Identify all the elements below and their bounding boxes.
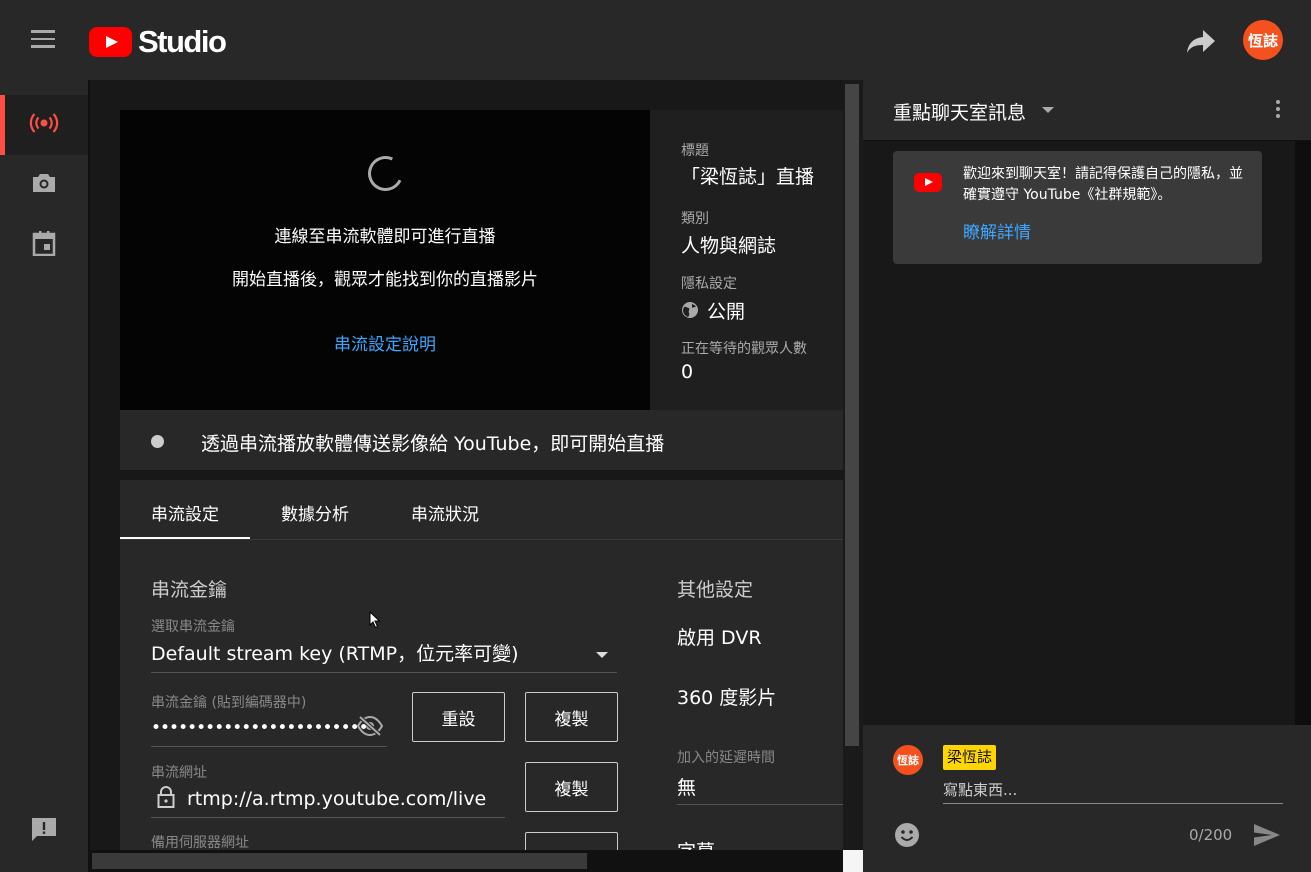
scrollbar-corner: [843, 850, 863, 872]
stream-setup-help-link[interactable]: 串流設定說明: [120, 330, 650, 355]
privacy-value: 公開: [707, 301, 746, 323]
avatar: 恆誌: [893, 745, 923, 775]
chat-input-area: 恆誌 梁恆誌 0/200: [863, 725, 1311, 872]
stream-preview: 連線至串流軟體即可進行直播 開始直播後，觀眾才能找到你的直播影片 串流設定說明: [120, 110, 650, 410]
tab-analytics[interactable]: 數據分析: [281, 500, 349, 525]
privacy-label: 隱私設定: [681, 276, 737, 292]
live-chat-panel: 重點聊天室訊息 歡迎來到聊天室！請記得保護自己的隱私，並確實遵守 YouTube…: [863, 80, 1311, 872]
stream-key-field[interactable]: ••••••••••••••••••••••••: [151, 718, 369, 738]
title-value: 「梁恆誌」直播: [681, 166, 815, 188]
author-name-chip: 梁恆誌: [943, 745, 997, 770]
stream-url-field[interactable]: rtmp://a.rtmp.youtube.com/live: [187, 788, 486, 810]
youtube-icon: [914, 173, 942, 192]
tab-stream-health[interactable]: 串流狀況: [411, 500, 479, 525]
mouse-cursor-icon: [369, 610, 381, 633]
latency-select[interactable]: 無: [677, 773, 696, 800]
latency-label: 加入的延遲時間: [677, 750, 775, 766]
horizontal-scroll-thumb[interactable]: [92, 853, 587, 869]
other-settings-section-title: 其他設定: [677, 579, 754, 601]
stream-key-select[interactable]: Default stream key (RTMP，位元率可變): [151, 639, 519, 666]
waiting-viewers-label: 正在等待的觀眾人數: [681, 341, 807, 357]
feedback-icon: [31, 817, 57, 847]
copy-url-button[interactable]: 複製: [525, 762, 618, 812]
logo-text: Studio: [138, 24, 227, 59]
chat-header: 重點聊天室訊息: [863, 80, 1311, 141]
stream-key-label: 串流金鑰 (貼到編碼器中): [151, 695, 307, 711]
studio-app: Studio 恆誌 連線至串流軟體即可進行直播 開始直播後，觀眾才能找到你的直播…: [0, 0, 1311, 872]
chat-scrollbar[interactable]: [1295, 141, 1311, 725]
category-label: 類別: [681, 211, 709, 227]
camera-icon: [31, 172, 57, 198]
preview-message-connect: 連線至串流軟體即可進行直播: [274, 227, 496, 247]
emoji-icon[interactable]: [894, 822, 920, 852]
sidebar-item-manage[interactable]: [0, 215, 88, 275]
learn-more-link[interactable]: 瞭解詳情: [963, 218, 1031, 243]
stream-status-bar: 透過串流播放軟體傳送影像給 YouTube，即可開始直播: [120, 410, 843, 470]
hamburger-menu-icon[interactable]: [31, 30, 57, 50]
chevron-down-icon[interactable]: [596, 652, 608, 658]
select-stream-key-label: 選取串流金鑰: [151, 619, 235, 635]
caret-down-icon[interactable]: [1042, 107, 1054, 113]
video-360-option[interactable]: 360 度影片: [677, 683, 776, 710]
latency-underline: [677, 804, 843, 805]
left-sidebar: [0, 80, 90, 872]
stream-info-panel: 標題 「梁恆誌」直播 類別 人物與網誌 隱私設定 公開 正在等待的觀眾人數 0: [650, 110, 843, 410]
stream-key-section-title: 串流金鑰: [151, 579, 228, 601]
main-horizontal-scrollbar[interactable]: [90, 850, 843, 872]
youtube-logo-icon: [89, 27, 132, 57]
globe-icon: [681, 301, 699, 324]
stream-url-label: 串流網址: [151, 765, 207, 781]
chat-mode-dropdown[interactable]: 重點聊天室訊息: [893, 98, 1026, 125]
stream-settings-card: 串流設定 數據分析 串流狀況 串流金鑰 選取串流金鑰 Default strea…: [120, 480, 843, 872]
visibility-off-icon[interactable]: [356, 715, 384, 740]
active-tab-indicator: [120, 537, 250, 539]
privacy-row: 公開: [681, 297, 745, 324]
stream-url-underline: [151, 817, 505, 818]
sidebar-item-feedback[interactable]: [0, 802, 88, 862]
lock-icon: [157, 786, 175, 812]
youtube-studio-logo[interactable]: Studio: [89, 24, 227, 60]
sidebar-item-stream[interactable]: [0, 95, 88, 155]
copy-key-button[interactable]: 複製: [525, 692, 618, 742]
preview-message-viewers: 開始直播後，觀眾才能找到你的直播影片: [232, 270, 538, 290]
stream-key-underline: [151, 746, 387, 747]
status-indicator-icon: [151, 435, 164, 448]
welcome-message: 歡迎來到聊天室！請記得保護自己的隱私，並確實遵守 YouTube《社群規範》。: [963, 166, 1243, 203]
title-label: 標題: [681, 143, 709, 159]
enable-dvr-option[interactable]: 啟用 DVR: [677, 623, 762, 650]
reset-key-button[interactable]: 重設: [412, 692, 505, 742]
category-value: 人物與網誌: [681, 235, 777, 257]
more-options-icon[interactable]: [1273, 100, 1283, 122]
waiting-viewers-value: 0: [681, 361, 694, 383]
account-avatar[interactable]: 恆誌: [1243, 20, 1283, 60]
loading-spinner-icon: [363, 151, 408, 196]
send-icon[interactable]: [1253, 823, 1281, 851]
settings-tabs: 串流設定 數據分析 串流狀況: [120, 480, 843, 540]
chat-messages: 歡迎來到聊天室！請記得保護自己的隱私，並確實遵守 YouTube《社群規範》。 …: [863, 141, 1295, 725]
select-underline: [151, 672, 617, 673]
vertical-scroll-thumb[interactable]: [845, 84, 859, 746]
char-counter: 0/200: [1189, 826, 1233, 844]
sidebar-item-webcam[interactable]: [0, 155, 88, 215]
status-message: 透過串流播放軟體傳送影像給 YouTube，即可開始直播: [201, 433, 665, 455]
chat-message-input[interactable]: [943, 777, 1283, 804]
stream-main-panel: 連線至串流軟體即可進行直播 開始直播後，觀眾才能找到你的直播影片 串流設定說明 …: [90, 80, 843, 872]
main-vertical-scrollbar[interactable]: [843, 80, 863, 872]
backup-server-label: 備用伺服器網址: [151, 835, 249, 851]
share-icon[interactable]: [1185, 26, 1217, 56]
calendar-icon: [32, 230, 56, 260]
top-header: Studio 恆誌: [0, 0, 1311, 80]
live-stream-icon: [29, 112, 59, 138]
chat-welcome-card: 歡迎來到聊天室！請記得保護自己的隱私，並確實遵守 YouTube《社群規範》。 …: [893, 151, 1262, 264]
tab-stream-settings[interactable]: 串流設定: [151, 500, 219, 525]
